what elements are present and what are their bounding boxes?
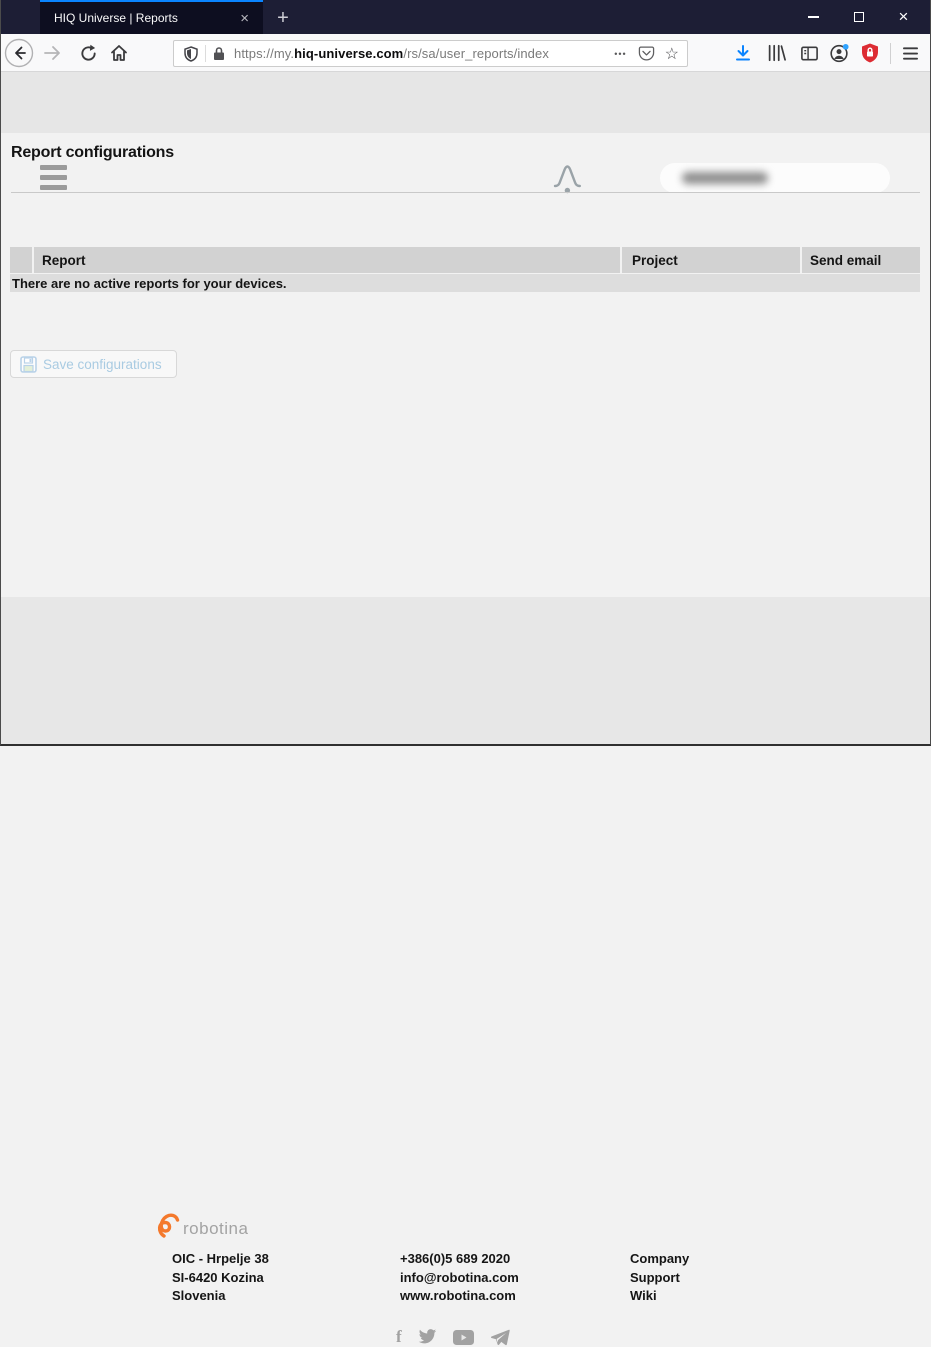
new-tab-button[interactable]: + — [268, 4, 298, 32]
twitter-icon[interactable] — [418, 1329, 437, 1345]
reload-button[interactable] — [76, 34, 100, 72]
forward-button[interactable] — [40, 34, 64, 72]
title-divider — [11, 192, 920, 193]
url-domain: hiq-universe.com — [294, 46, 404, 61]
library-button[interactable] — [763, 34, 789, 72]
telegram-icon[interactable] — [490, 1329, 510, 1346]
column-header-report: Report — [34, 247, 620, 273]
floppy-disk-icon — [20, 355, 37, 373]
home-button[interactable] — [106, 34, 132, 72]
notifications-button[interactable] — [552, 162, 583, 200]
home-icon — [111, 45, 127, 61]
app-menu-button[interactable] — [40, 165, 67, 190]
sidebar-icon — [800, 46, 818, 60]
table-header-row: Report Project Send email — [10, 247, 920, 273]
column-header-select — [10, 247, 32, 273]
url-text: https://my.hiq-universe.com/rs/sa/user_r… — [234, 46, 549, 61]
toolbar-divider — [890, 43, 891, 64]
account-button[interactable] — [826, 34, 852, 72]
reload-icon — [80, 44, 96, 61]
extension-shield-icon — [862, 43, 878, 63]
address-line: Slovenia — [172, 1288, 226, 1303]
username-redacted — [682, 172, 768, 184]
youtube-icon[interactable] — [452, 1329, 474, 1345]
library-icon — [768, 44, 786, 62]
window-maximize-button[interactable] — [836, 0, 881, 34]
app-header — [0, 72, 931, 194]
back-button[interactable] — [4, 34, 34, 72]
phone-number: +386(0)5 689 2020 — [400, 1251, 511, 1266]
browser-menu-button[interactable] — [897, 34, 923, 72]
page-actions-button[interactable]: ••• — [607, 49, 633, 59]
downloads-button[interactable] — [730, 34, 756, 72]
account-icon — [829, 43, 849, 62]
table-empty-row: There are no active reports for your dev… — [10, 274, 920, 292]
footer-link-company[interactable]: Company — [630, 1250, 689, 1269]
download-icon — [736, 45, 750, 61]
address-line: SI-6420 Kozina — [172, 1269, 264, 1285]
minimize-icon — [808, 16, 819, 18]
maximize-icon — [853, 12, 864, 22]
facebook-icon[interactable]: f — [396, 1327, 402, 1347]
urlbar-divider — [205, 45, 206, 62]
bookmark-star-icon[interactable]: ☆ — [659, 44, 687, 64]
social-icons-row: f — [396, 1327, 510, 1347]
window-minimize-button[interactable] — [791, 0, 836, 34]
robotina-logo-text: robotina — [183, 1219, 249, 1238]
hamburger-icon — [40, 165, 67, 170]
tracking-shield-icon — [184, 45, 198, 62]
column-header-send-email: Send email — [802, 247, 920, 273]
site-info-button[interactable] — [212, 46, 226, 61]
titlebar: HIQ Universe | Reports × + × — [0, 0, 931, 34]
url-scheme: https://my. — [234, 46, 295, 61]
tracking-protection-button[interactable] — [174, 45, 199, 62]
reports-table: Report Project Send email There are no a… — [10, 247, 920, 292]
footer-links: Company Support Wiki — [630, 1250, 689, 1306]
forward-icon — [44, 46, 60, 60]
tab-title: HIQ Universe | Reports — [54, 11, 178, 25]
address-line: OIC - Hrpelje 38 — [172, 1251, 269, 1266]
footer-address: OIC - Hrpelje 38 SI-6420 Kozina Slovenia — [172, 1250, 269, 1306]
footer-contact: +386(0)5 689 2020 info@robotina.com www.… — [400, 1250, 519, 1306]
pocket-icon — [638, 46, 654, 61]
pocket-button[interactable] — [634, 45, 659, 62]
browser-tab[interactable]: HIQ Universe | Reports × — [40, 0, 263, 34]
back-icon — [4, 38, 34, 68]
email-link[interactable]: info@robotina.com — [400, 1269, 519, 1288]
save-button-label: Save configurations — [43, 356, 162, 372]
lock-icon — [214, 47, 224, 60]
footer: robotina OIC - Hrpelje 38 SI-6420 Kozina… — [0, 597, 931, 1346]
save-configurations-button[interactable]: Save configurations — [10, 350, 177, 378]
extension-shield-button[interactable] — [857, 34, 883, 72]
bell-icon — [553, 165, 581, 194]
column-header-project: Project — [622, 247, 800, 273]
sidebar-button[interactable] — [796, 34, 822, 72]
window-close-button[interactable]: × — [881, 0, 926, 34]
website-link[interactable]: www.robotina.com — [400, 1287, 519, 1306]
url-path: /rs/sa/user_reports/index — [403, 46, 549, 61]
robotina-logo: robotina — [155, 1207, 248, 1241]
menu-icon — [902, 46, 918, 60]
tab-close-icon[interactable]: × — [236, 9, 253, 28]
user-account-pill[interactable] — [660, 163, 890, 193]
url-bar[interactable]: https://my.hiq-universe.com/rs/sa/user_r… — [173, 40, 688, 67]
page-title: Report configurations — [11, 144, 174, 161]
footer-link-wiki[interactable]: Wiki — [630, 1287, 689, 1306]
footer-link-support[interactable]: Support — [630, 1269, 689, 1288]
browser-toolbar: https://my.hiq-universe.com/rs/sa/user_r… — [0, 34, 931, 72]
